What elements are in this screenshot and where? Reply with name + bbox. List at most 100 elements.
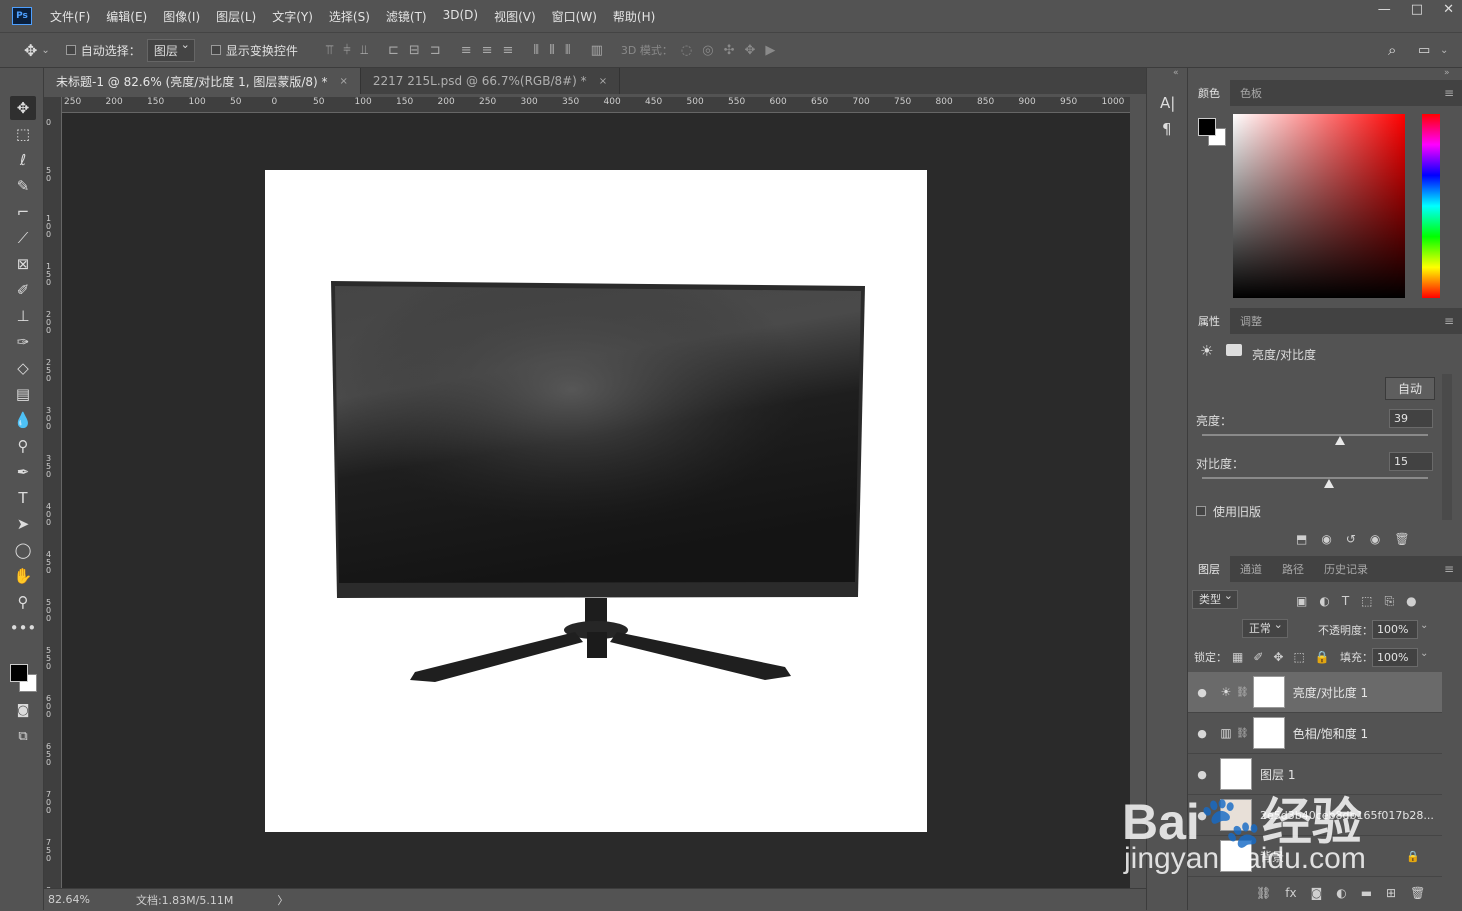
type-filter-icon[interactable]: T — [1342, 594, 1349, 609]
lock-transparent-icon[interactable]: ▦ — [1232, 650, 1243, 664]
fill-input[interactable]: 100% — [1372, 648, 1418, 667]
chevron-down-icon[interactable]: ⌄ — [1420, 620, 1428, 631]
legacy-checkbox[interactable] — [1196, 506, 1206, 516]
type-tool-icon[interactable]: T — [10, 486, 36, 510]
eraser-tool-icon[interactable]: ◇ — [10, 356, 36, 380]
hand-tool-icon[interactable]: ✋ — [10, 564, 36, 588]
mask-icon[interactable] — [1226, 344, 1242, 356]
eye-icon[interactable]: ● — [1188, 727, 1216, 740]
delete-icon[interactable]: 🗑 — [1394, 532, 1409, 546]
menu-file[interactable]: 文件(F) — [50, 8, 90, 25]
more-tools-icon[interactable]: ••• — [10, 616, 37, 640]
shape-filter-icon[interactable]: ⬚ — [1361, 594, 1372, 609]
clip-to-layer-icon[interactable]: ⬒ — [1296, 532, 1307, 546]
link-icon[interactable]: ⛓ — [1236, 687, 1249, 698]
align-top-icon[interactable]: ⫪ — [326, 43, 333, 58]
contrast-input[interactable]: 15 — [1389, 452, 1433, 471]
gradient-tool-icon[interactable]: ▤ — [10, 382, 36, 406]
brightness-slider-thumb[interactable] — [1334, 436, 1345, 445]
chevron-down-icon[interactable]: ⌄ — [1420, 648, 1428, 659]
layer-filter-dropdown[interactable]: 类型 — [1192, 590, 1238, 609]
character-panel-icon[interactable]: A| — [1160, 94, 1175, 112]
layer-mask-thumbnail[interactable] — [1252, 717, 1285, 749]
auto-select-dropdown[interactable]: 图层 — [146, 38, 195, 62]
move-tool-icon[interactable]: ✥ — [10, 96, 36, 120]
brightness-input[interactable]: 39 — [1389, 409, 1433, 428]
add-mask-icon[interactable]: ◙ — [1311, 886, 1323, 900]
status-menu-arrow[interactable]: 〉 — [277, 892, 288, 908]
search-icon[interactable]: ⌕ — [1388, 41, 1396, 59]
workspace-icon[interactable]: ▭ — [1418, 43, 1430, 58]
distribute-right-icon[interactable]: ⦀ — [565, 43, 571, 58]
visibility-icon[interactable]: ◉ — [1370, 532, 1380, 546]
move-tool-icon[interactable]: ✥ — [24, 41, 37, 60]
collapse-arrows-icon[interactable]: « — [1173, 68, 1179, 78]
quick-mask-icon[interactable]: ◙ — [10, 698, 36, 722]
align-left-icon[interactable]: ⊏ — [388, 43, 399, 58]
eye-icon[interactable]: ● — [1188, 768, 1216, 781]
close-icon[interactable]: × — [599, 76, 607, 87]
document-canvas[interactable] — [265, 170, 927, 832]
pixel-filter-icon[interactable]: ▣ — [1296, 594, 1307, 609]
menu-type[interactable]: 文字(Y) — [272, 8, 313, 25]
chevron-down-icon[interactable]: ⌄ — [1440, 45, 1448, 56]
align-vcenter-icon[interactable]: ⫩ — [343, 43, 350, 58]
panel-menu-icon[interactable]: ≡ — [1444, 562, 1454, 576]
distribute-vcenter-icon[interactable]: ≡ — [482, 43, 493, 58]
lock-all-icon[interactable]: 🔒 — [1315, 650, 1330, 664]
scale-3d-icon[interactable]: ▶ — [765, 43, 775, 58]
distribute-hcenter-icon[interactable]: ⦀ — [549, 43, 555, 58]
menu-layer[interactable]: 图层(L) — [216, 8, 256, 25]
eye-icon[interactable]: ● — [1188, 686, 1216, 699]
stamp-tool-icon[interactable]: ⊥ — [10, 304, 36, 328]
brightness-slider[interactable] — [1202, 434, 1428, 436]
menu-window[interactable]: 窗口(W) — [552, 8, 597, 25]
panel-menu-icon[interactable]: ≡ — [1444, 314, 1454, 328]
pan-3d-icon[interactable]: ✣ — [724, 43, 735, 58]
quick-select-tool-icon[interactable]: ✎ — [10, 174, 36, 198]
foreground-color-swatch[interactable] — [1198, 118, 1216, 136]
reset-icon[interactable]: ↺ — [1346, 532, 1356, 546]
zoom-level[interactable]: 82.64% — [48, 893, 90, 906]
blur-tool-icon[interactable]: 💧 — [10, 408, 36, 432]
history-brush-tool-icon[interactable]: ✑ — [10, 330, 36, 354]
layer-hue-saturation[interactable]: ● ▥ ⛓ 色相/饱和度 1 — [1188, 713, 1442, 754]
distribute-top-icon[interactable]: ≡ — [461, 43, 472, 58]
menu-3d[interactable]: 3D(D) — [443, 8, 478, 25]
properties-scrollbar[interactable] — [1442, 374, 1452, 520]
fx-icon[interactable]: fx — [1285, 886, 1296, 900]
slide-3d-icon[interactable]: ✥ — [744, 43, 755, 58]
adjustment-filter-icon[interactable]: ◐ — [1319, 594, 1329, 609]
lock-artboard-icon[interactable]: ⬚ — [1293, 650, 1304, 664]
layer-brightness-contrast[interactable]: ● ☀ ⛓ 亮度/对比度 1 — [1188, 672, 1442, 713]
pen-tool-icon[interactable]: ✒ — [10, 460, 36, 484]
view-previous-icon[interactable]: ◉ — [1321, 532, 1331, 546]
link-icon[interactable]: ⛓ — [1236, 728, 1249, 739]
new-layer-icon[interactable]: ⊞ — [1386, 886, 1396, 900]
tab-untitled-1[interactable]: 未标题-1 @ 82.6% (亮度/对比度 1, 图层蒙版/8) * × — [44, 68, 361, 94]
menu-image[interactable]: 图像(I) — [163, 8, 200, 25]
distribute-bottom-icon[interactable]: ≡ — [503, 43, 514, 58]
expand-arrows-icon[interactable]: » — [1444, 68, 1450, 78]
auto-button[interactable]: 自动 — [1385, 377, 1436, 400]
delete-layer-icon[interactable]: 🗑 — [1410, 886, 1425, 900]
align-right-icon[interactable]: ⊐ — [430, 43, 441, 58]
orbit-3d-icon[interactable]: ◌ — [681, 43, 692, 58]
maximize-button[interactable]: □ — [1411, 2, 1423, 17]
eyedropper-tool-icon[interactable]: ⟋ — [10, 226, 36, 250]
tab-properties[interactable]: 属性 — [1188, 308, 1230, 334]
tab-color[interactable]: 颜色 — [1188, 80, 1230, 106]
opacity-input[interactable]: 100% — [1372, 620, 1418, 639]
blend-mode-dropdown[interactable]: 正常 — [1241, 619, 1288, 638]
tab-channels[interactable]: 通道 — [1230, 556, 1272, 582]
smart-object-filter-icon[interactable]: ⎘ — [1385, 594, 1395, 609]
transform-controls-checkbox[interactable] — [210, 45, 221, 55]
menu-filter[interactable]: 滤镜(T) — [386, 8, 427, 25]
chevron-down-icon[interactable]: ⌄ — [41, 45, 49, 56]
tab-layers[interactable]: 图层 — [1188, 556, 1230, 582]
tab-history[interactable]: 历史记录 — [1314, 556, 1378, 582]
menu-view[interactable]: 视图(V) — [494, 8, 536, 25]
tab-paths[interactable]: 路径 — [1272, 556, 1314, 582]
foreground-color-swatch-front[interactable] — [10, 664, 28, 682]
dodge-tool-icon[interactable]: ⚲ — [10, 434, 36, 458]
